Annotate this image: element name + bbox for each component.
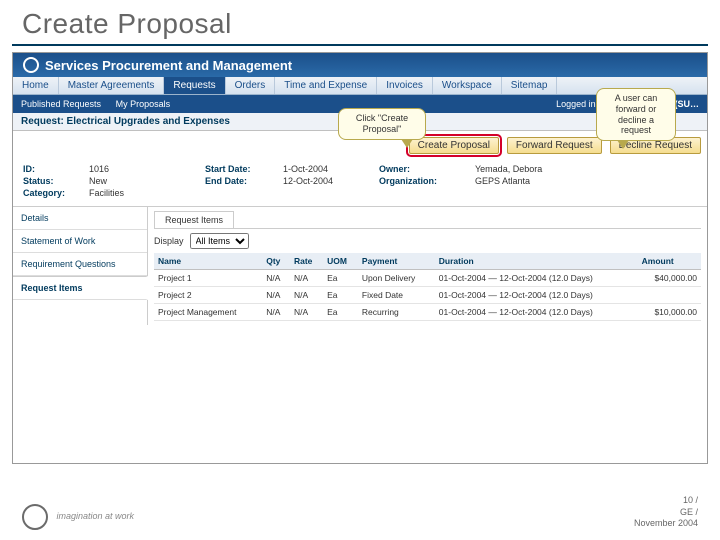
sidetab-sow[interactable]: Statement of Work [13,230,147,253]
col-name[interactable]: Name [154,253,262,270]
items-table: Name Qty Rate UOM Payment Duration Amoun… [154,253,701,321]
category-label: Category: [23,188,83,198]
request-metadata: ID: 1016 Start Date: 1-Oct-2004 Owner: Y… [13,160,707,207]
subnav-proposals[interactable]: My Proposals [116,99,171,109]
table-row[interactable]: Project 2N/AN/AEaFixed Date01-Oct-2004 —… [154,287,701,304]
col-amount[interactable]: Amount [638,253,701,270]
display-filter-row: Display All Items [154,233,701,249]
footer-right: 10 / GE / November 2004 [634,495,698,530]
footer-org: GE / [634,507,698,519]
start-date-value: 1-Oct-2004 [283,164,373,174]
nav-requests[interactable]: Requests [164,77,225,94]
org-value: GEPS Atlanta [475,176,697,186]
app-banner: Services Procurement and Management [13,53,707,77]
id-label: ID: [23,164,83,174]
nav-master-agreements[interactable]: Master Agreements [59,77,165,94]
display-label: Display [154,236,184,246]
title-underline [12,44,708,46]
footer-date: November 2004 [634,518,698,530]
display-select[interactable]: All Items [190,233,249,249]
create-proposal-button[interactable]: Create Proposal [409,137,499,154]
category-value: Facilities [89,188,199,198]
col-rate[interactable]: Rate [290,253,323,270]
end-date-value: 12-Oct-2004 [283,176,373,186]
footer-tagline: imagination at work [57,511,135,521]
items-tbody: Project 1N/AN/AEaUpon Delivery01-Oct-200… [154,270,701,321]
ge-logo-icon [22,504,48,530]
col-uom[interactable]: UOM [323,253,358,270]
end-date-label: End Date: [205,176,277,186]
forward-request-button[interactable]: Forward Request [507,137,602,154]
status-value: New [89,176,199,186]
nav-sitemap[interactable]: Sitemap [502,77,558,94]
nav-orders[interactable]: Orders [226,77,276,94]
org-label: Organization: [379,176,469,186]
sidetab-request-items[interactable]: Request Items [13,276,148,300]
col-payment[interactable]: Payment [358,253,435,270]
footer-page: 10 / [634,495,698,507]
tab-request-items[interactable]: Request Items [154,211,234,228]
sidetab-req-questions[interactable]: Requirement Questions [13,253,147,276]
app-title: Services Procurement and Management [45,58,292,73]
ge-logo-icon [23,57,39,73]
table-row[interactable]: Project 1N/AN/AEaUpon Delivery01-Oct-200… [154,270,701,287]
col-qty[interactable]: Qty [262,253,290,270]
inner-tab-strip: Request Items [154,211,701,229]
slide-title: Create Proposal [0,0,720,44]
slide-footer: imagination at work 10 / GE / November 2… [0,495,720,530]
sidetab-details[interactable]: Details [13,207,147,230]
owner-label: Owner: [379,164,469,174]
nav-time-expense[interactable]: Time and Expense [275,77,377,94]
id-value: 1016 [89,164,199,174]
start-date-label: Start Date: [205,164,277,174]
callout-forward-decline: A user can forward or decline a request [596,88,676,141]
content-pane: Request Items Display All Items Name Qty… [148,207,707,325]
subnav-published[interactable]: Published Requests [21,99,101,109]
owner-value: Yemada, Debora [475,164,697,174]
footer-left: imagination at work [22,504,134,530]
table-row[interactable]: Project ManagementN/AN/AEaRecurring01-Oc… [154,304,701,321]
nav-home[interactable]: Home [13,77,59,94]
nav-workspace[interactable]: Workspace [433,77,502,94]
body-split: Details Statement of Work Requirement Qu… [13,207,707,325]
status-label: Status: [23,176,83,186]
nav-invoices[interactable]: Invoices [377,77,433,94]
col-duration[interactable]: Duration [435,253,638,270]
side-tabs: Details Statement of Work Requirement Qu… [13,207,148,325]
callout-create-proposal: Click "Create Proposal" [338,108,426,140]
